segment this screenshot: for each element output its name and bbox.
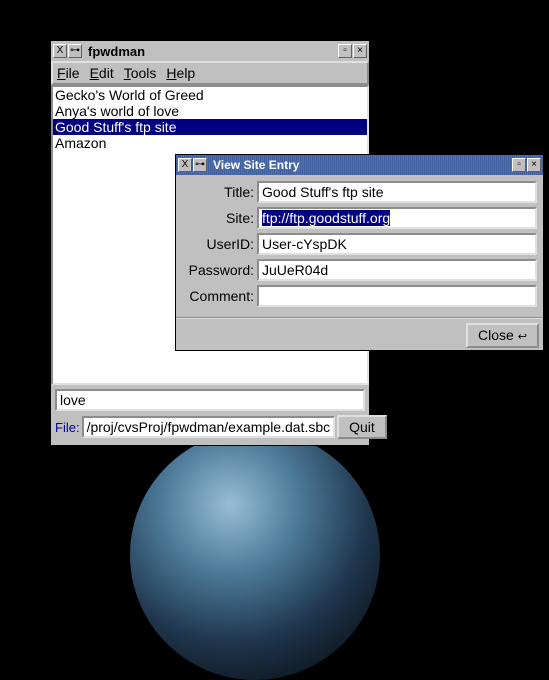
main-title: fpwdman	[84, 44, 336, 59]
pin-icon[interactable]: ⊶	[193, 158, 207, 172]
close-icon[interactable]: ×	[527, 158, 541, 172]
file-path-input[interactable]: /proj/cvsProj/fpwdman/example.dat.sbc	[82, 416, 336, 438]
title-label: Title:	[182, 184, 257, 200]
close-button[interactable]: Close↩	[466, 323, 539, 348]
file-label: File:	[55, 420, 80, 435]
pin-icon[interactable]: ⊶	[68, 44, 82, 58]
earth-background	[130, 430, 380, 680]
menu-help[interactable]: Help	[166, 65, 195, 81]
password-label: Password:	[182, 262, 257, 278]
password-input[interactable]: JuUeR04d	[257, 259, 537, 281]
title-input[interactable]: Good Stuff's ftp site	[257, 181, 537, 203]
comment-label: Comment:	[182, 288, 257, 304]
minimize-icon[interactable]: ▫	[512, 158, 526, 172]
quit-button[interactable]: Quit	[337, 415, 387, 439]
return-icon: ↩	[518, 332, 527, 344]
userid-input[interactable]: User-cYspDK	[257, 233, 537, 255]
minimize-icon[interactable]: ▫	[338, 44, 352, 58]
comment-input[interactable]	[257, 285, 537, 307]
list-item[interactable]: Anya's world of love	[53, 103, 367, 119]
list-item[interactable]: Gecko's World of Greed	[53, 87, 367, 103]
menu-tools[interactable]: Tools	[124, 65, 157, 81]
search-input[interactable]: love	[55, 389, 365, 411]
dialog-title: View Site Entry	[209, 158, 510, 172]
menubar: File Edit Tools Help	[51, 61, 369, 85]
main-titlebar[interactable]: X ⊶ fpwdman ▫ ×	[51, 41, 369, 61]
menu-edit[interactable]: Edit	[90, 65, 114, 81]
dialog-titlebar[interactable]: X ⊶ View Site Entry ▫ ×	[176, 155, 543, 175]
menu-file[interactable]: File	[57, 65, 80, 81]
close-icon[interactable]: ×	[353, 44, 367, 58]
list-item[interactable]: Amazon	[53, 135, 367, 151]
site-input[interactable]: ftp://ftp.goodstuff.org	[257, 207, 537, 229]
window-menu-icon[interactable]: X	[178, 158, 192, 172]
list-item[interactable]: Good Stuff's ftp site	[53, 119, 367, 135]
site-label: Site:	[182, 210, 257, 226]
view-site-dialog: X ⊶ View Site Entry ▫ × Title: Good Stuf…	[175, 154, 544, 351]
userid-label: UserID:	[182, 236, 257, 252]
window-menu-icon[interactable]: X	[53, 44, 67, 58]
